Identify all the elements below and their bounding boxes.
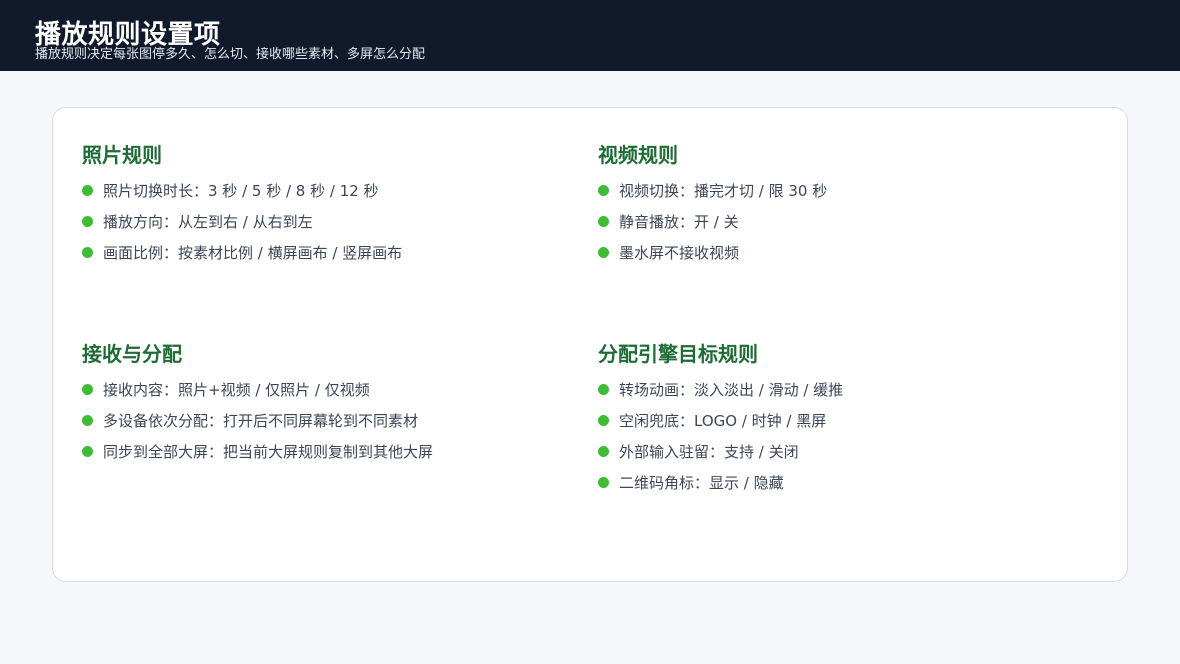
rule-list-video: 视频切换：播完才切 / 限 30 秒 静音播放：开 / 关 墨水屏不接收视频 (598, 175, 1078, 268)
section-title-receive-allocate: 接收与分配 (82, 342, 182, 366)
bullet-dot-icon (82, 415, 93, 426)
rule-item: 播放方向：从左到右 / 从右到左 (82, 206, 562, 237)
rule-item: 外部输入驻留：支持 / 关闭 (598, 436, 1078, 467)
rule-list-receive: 接收内容：照片+视频 / 仅照片 / 仅视频 多设备依次分配：打开后不同屏幕轮到… (82, 374, 562, 467)
rules-card: 照片规则 照片切换时长：3 秒 / 5 秒 / 8 秒 / 12 秒 播放方向：… (52, 107, 1128, 582)
section-title-allocation-engine: 分配引擎目标规则 (598, 342, 758, 366)
rule-text: 照片切换时长：3 秒 / 5 秒 / 8 秒 / 12 秒 (103, 181, 379, 200)
bullet-dot-icon (598, 384, 609, 395)
rule-text: 画面比例：按素材比例 / 横屏画布 / 竖屏画布 (103, 243, 403, 262)
bullet-dot-icon (82, 247, 93, 258)
rule-text: 接收内容：照片+视频 / 仅照片 / 仅视频 (103, 380, 370, 399)
bullet-dot-icon (82, 384, 93, 395)
bullet-dot-icon (598, 415, 609, 426)
bullet-dot-icon (598, 446, 609, 457)
bullet-dot-icon (598, 477, 609, 488)
section-receive-allocate: 接收与分配 接收内容：照片+视频 / 仅照片 / 仅视频 多设备依次分配：打开后… (82, 340, 562, 467)
bullet-dot-icon (598, 247, 609, 258)
section-allocation-engine: 分配引擎目标规则 转场动画：淡入淡出 / 滑动 / 缓推 空闲兜底：LOGO /… (598, 340, 1078, 498)
rule-text: 外部输入驻留：支持 / 关闭 (619, 442, 799, 461)
page-subtitle: 播放规则决定每张图停多久、怎么切、接收哪些素材、多屏怎么分配 (35, 47, 426, 62)
bullet-dot-icon (82, 185, 93, 196)
rule-text: 静音播放：开 / 关 (619, 212, 739, 231)
rule-text: 转场动画：淡入淡出 / 滑动 / 缓推 (619, 380, 844, 399)
bullet-dot-icon (598, 216, 609, 227)
section-title-photo-rules: 照片规则 (82, 143, 162, 167)
bullet-dot-icon (82, 216, 93, 227)
rule-text: 同步到全部大屏：把当前大屏规则复制到其他大屏 (103, 442, 434, 461)
rule-item: 空闲兜底：LOGO / 时钟 / 黑屏 (598, 405, 1078, 436)
rule-item: 接收内容：照片+视频 / 仅照片 / 仅视频 (82, 374, 562, 405)
bullet-dot-icon (82, 446, 93, 457)
rule-item: 多设备依次分配：打开后不同屏幕轮到不同素材 (82, 405, 562, 436)
rule-item: 视频切换：播完才切 / 限 30 秒 (598, 175, 1078, 206)
section-video-rules: 视频规则 视频切换：播完才切 / 限 30 秒 静音播放：开 / 关 墨水屏不接… (598, 141, 1078, 268)
rule-item: 转场动画：淡入淡出 / 滑动 / 缓推 (598, 374, 1078, 405)
rule-text: 二维码角标：显示 / 隐藏 (619, 473, 784, 492)
rule-item: 照片切换时长：3 秒 / 5 秒 / 8 秒 / 12 秒 (82, 175, 562, 206)
rule-text: 多设备依次分配：打开后不同屏幕轮到不同素材 (103, 411, 419, 430)
bullet-dot-icon (598, 185, 609, 196)
rule-text: 播放方向：从左到右 / 从右到左 (103, 212, 313, 231)
section-photo-rules: 照片规则 照片切换时长：3 秒 / 5 秒 / 8 秒 / 12 秒 播放方向：… (82, 141, 562, 268)
rule-text: 视频切换：播完才切 / 限 30 秒 (619, 181, 828, 200)
rule-item: 静音播放：开 / 关 (598, 206, 1078, 237)
rule-list-engine: 转场动画：淡入淡出 / 滑动 / 缓推 空闲兜底：LOGO / 时钟 / 黑屏 … (598, 374, 1078, 498)
rule-item: 画面比例：按素材比例 / 横屏画布 / 竖屏画布 (82, 237, 562, 268)
section-title-video-rules: 视频规则 (598, 143, 678, 167)
rule-item: 二维码角标：显示 / 隐藏 (598, 467, 1078, 498)
rule-text: 墨水屏不接收视频 (619, 243, 740, 262)
rule-item: 同步到全部大屏：把当前大屏规则复制到其他大屏 (82, 436, 562, 467)
rule-item: 墨水屏不接收视频 (598, 237, 1078, 268)
rule-text: 空闲兜底：LOGO / 时钟 / 黑屏 (619, 411, 827, 430)
rule-list-photo: 照片切换时长：3 秒 / 5 秒 / 8 秒 / 12 秒 播放方向：从左到右 … (82, 175, 562, 268)
header-bar: 播放规则设置项 播放规则决定每张图停多久、怎么切、接收哪些素材、多屏怎么分配 (0, 0, 1180, 71)
